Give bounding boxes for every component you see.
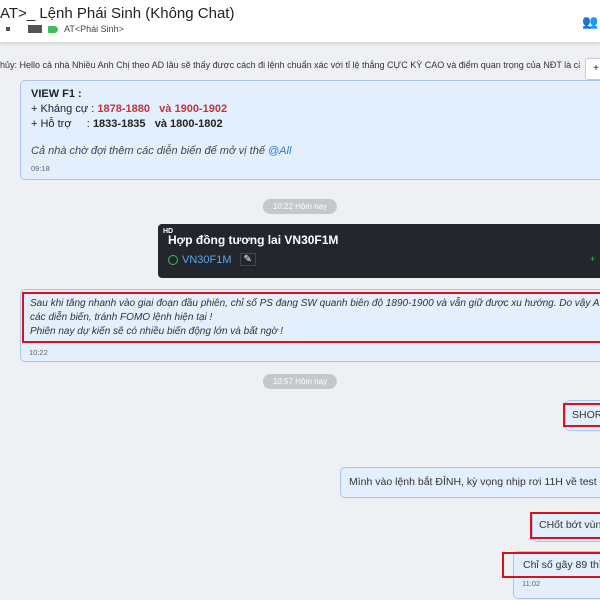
message-time: 09:18	[31, 164, 50, 173]
resist-2: và 1900-1902	[159, 103, 228, 115]
support-label: + Hỗ trợ :	[31, 118, 90, 130]
support-2: và 1800-1802	[154, 118, 223, 130]
message-time: 10:22	[29, 348, 48, 357]
label-tag-icon	[48, 25, 58, 33]
highlighted-message-text: Sau khi tăng nhanh vào giai đoạn đầu phi…	[22, 292, 600, 343]
pinned-expand-button[interactable]: +	[585, 58, 600, 80]
add-member-icon[interactable]: 👥	[582, 14, 598, 30]
message-text: Chỉ số gãy 89 thì r	[502, 552, 600, 578]
chat-header: AT>_ Lệnh Phái Sinh (Không Chat) AT<Phái…	[0, 0, 600, 42]
message-line: Sau khi tăng nhanh vào giai đoạn đầu phi…	[30, 298, 600, 309]
pinned-message[interactable]: hủy: Hello cả nhà Nhiều Anh Chị theo AD …	[0, 60, 580, 70]
message-note: Cả nhà chờ đợi thêm các diễn biến để mở …	[31, 145, 269, 157]
view-title: VIEW F1 :	[31, 88, 82, 100]
card-symbol[interactable]: VN30F1M	[182, 254, 232, 266]
symbol-status-icon	[168, 254, 178, 265]
message-text: SHORT	[563, 403, 600, 427]
resist-1: 1878-1880	[97, 103, 150, 115]
support-1: 1833-1835	[92, 118, 146, 130]
chat-subtitle: AT<Phái Sinh>	[6, 24, 124, 34]
group-tag[interactable]: AT<Phái Sinh>	[64, 24, 124, 34]
avatar	[28, 25, 42, 33]
message-bubble: VIEW F1 : + Kháng cự : 1878-1880 và 1900…	[20, 80, 600, 180]
card-change: +	[590, 254, 596, 264]
resist-label: + Kháng cự :	[31, 103, 95, 115]
date-divider: 10:22 Hôm nay	[262, 199, 338, 214]
card-title: Hợp đồng tương lai VN30F1M	[168, 233, 339, 247]
date-divider: 10:57 Hôm nay	[262, 374, 338, 389]
message-line: Phiên nay dự kiến sẽ có nhiều biến động …	[30, 326, 284, 337]
contract-card[interactable]: HD Hợp đồng tương lai VN30F1M VN30F1M ✎ …	[158, 224, 600, 278]
chat-title: AT>_ Lệnh Phái Sinh (Không Chat)	[0, 5, 235, 22]
message-bubble: Mình vào lệnh bắt ĐỈNH, kỳ vọng nhịp rơi…	[340, 467, 600, 498]
message-line: các diễn biến, tránh FOMO lệnh hiện tại …	[30, 312, 213, 323]
edit-icon[interactable]: ✎	[239, 253, 256, 266]
mention-link[interactable]: @All	[268, 145, 291, 157]
message-time: 11:02	[522, 579, 541, 588]
message-text: CHốt bớt vùng	[530, 512, 600, 539]
member-icon	[6, 27, 10, 31]
